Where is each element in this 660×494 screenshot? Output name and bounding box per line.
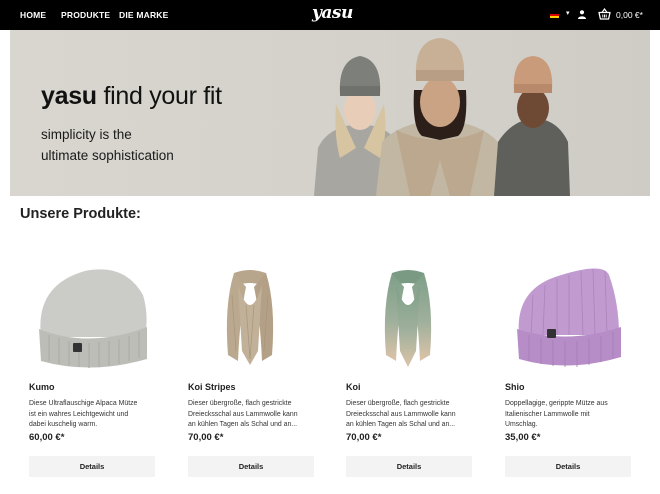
product-name[interactable]: Koi Stripes <box>188 382 236 392</box>
description-line: Italienischer Lammwolle mit <box>505 410 590 418</box>
description-line: Diese Ultraflauschige Alpaca Mütze <box>29 400 138 407</box>
scarf-image[interactable] <box>188 255 314 375</box>
product-description: Doppellagige, gerippte Mütze aus Italien… <box>505 399 631 431</box>
description-line: Dieser übergroße, flach gestrickte <box>188 400 292 407</box>
product-card: Koi Stripes Dieser übergroße, flach gest… <box>188 255 314 480</box>
description-line: Umschlag. <box>505 421 538 428</box>
product-card: Kumo Diese Ultraflauschige Alpaca Mütze … <box>29 255 155 480</box>
details-button[interactable]: Details <box>188 456 314 477</box>
top-navigation-bar: HOME PRODUKTE DIE MARKE yasu ▾ 0,00 €* <box>0 0 660 30</box>
product-description: Dieser übergroße, flach gestrickte Dreie… <box>188 399 314 431</box>
nav-home-link[interactable]: HOME <box>20 10 46 20</box>
details-button[interactable]: Details <box>346 456 472 477</box>
product-price: 70,00 €* <box>188 432 224 443</box>
beanie-image[interactable] <box>29 255 155 375</box>
hero-headline: yasu find your fit <box>41 82 222 111</box>
product-description: Dieser übergroße, flach gestrickte Dreie… <box>346 399 472 431</box>
product-name[interactable]: Shio <box>505 382 525 392</box>
description-line: ist ein wahres Leichtgewicht und <box>29 410 129 418</box>
description-line: dabei kuschelig warm. <box>29 421 98 428</box>
hero-subline-2: ultimate sophistication <box>41 148 174 163</box>
product-price: 35,00 €* <box>505 432 541 443</box>
language-chevron-down-icon[interactable]: ▾ <box>566 9 570 17</box>
hero-subline-1: simplicity is the <box>41 127 132 142</box>
hero-headline-text: find your fit <box>103 82 222 110</box>
hero-models-image <box>314 38 570 196</box>
description-line: Dieser übergroße, flach gestrickte <box>346 400 450 407</box>
product-card: Shio Doppellagige, gerippte Mütze aus It… <box>505 255 631 480</box>
description-line: Dreiecksschal aus Lammwolle kann <box>188 410 298 418</box>
scarf-image[interactable] <box>346 255 472 375</box>
product-name[interactable]: Kumo <box>29 382 55 392</box>
product-price: 70,00 €* <box>346 432 382 443</box>
yasu-logo[interactable]: yasu <box>312 3 353 23</box>
description-line: an kühlen Tagen als Schal und an... <box>188 421 298 428</box>
basket-icon[interactable] <box>598 8 611 20</box>
description-line: Doppellagige, gerippte Mütze aus <box>505 400 608 407</box>
hero-banner: yasu find your fit simplicity is the ult… <box>10 30 650 196</box>
beanie-image[interactable] <box>505 255 631 375</box>
nav-produkte-link[interactable]: PRODUKTE <box>61 10 110 20</box>
details-button[interactable]: Details <box>505 456 631 477</box>
description-line: an kühlen Tagen als Schal und an... <box>346 421 456 428</box>
user-icon[interactable] <box>578 10 586 19</box>
description-line: Dreiecksschal aus Lammwolle kann <box>346 410 456 418</box>
nav-die-marke-link[interactable]: DIE MARKE <box>119 10 169 20</box>
de-flag-icon[interactable] <box>550 12 559 18</box>
product-name[interactable]: Koi <box>346 382 361 392</box>
hero-brand: yasu <box>41 82 97 110</box>
details-button[interactable]: Details <box>29 456 155 477</box>
hero-subline: simplicity is the ultimate sophisticatio… <box>41 124 174 166</box>
product-description: Diese Ultraflauschige Alpaca Mütze ist e… <box>29 399 155 431</box>
section-title: Unsere Produkte: <box>20 206 141 222</box>
product-price: 60,00 €* <box>29 432 65 443</box>
cart-total[interactable]: 0,00 €* <box>616 10 643 20</box>
product-card: Koi Dieser übergroße, flach gestrickte D… <box>346 255 472 480</box>
